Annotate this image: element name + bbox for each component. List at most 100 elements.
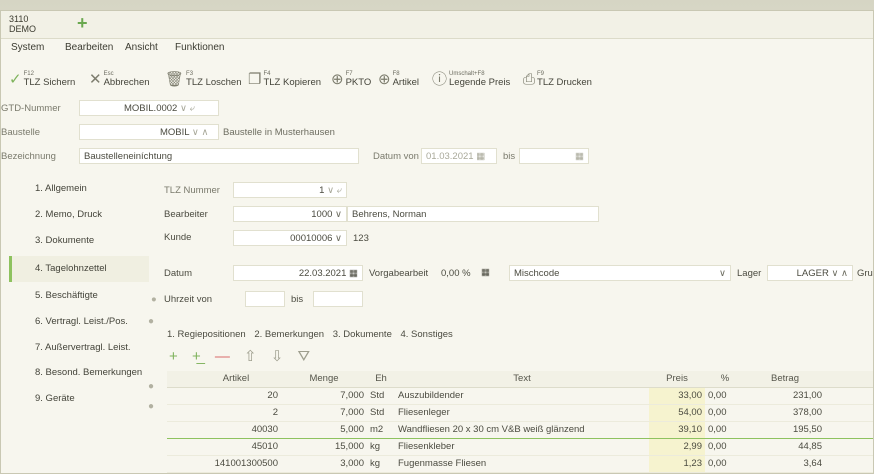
cell-betrag[interactable]: 231,00 xyxy=(745,387,825,405)
calendar-icon[interactable]: ▦ xyxy=(476,151,485,162)
table-row[interactable]: 20 7,000 Std Auszubildender 33,00 0,00 231,00 xyxy=(167,387,873,405)
col-eh[interactable]: Eh xyxy=(367,371,395,388)
menu-system[interactable]: System xyxy=(11,42,44,53)
table-row[interactable]: 40030 5,000 m2 Wandfliesen 20 x 30 cm V&B w… xyxy=(167,420,873,439)
cell-eh[interactable]: m2 xyxy=(367,420,395,439)
uhrzeit-bis-input[interactable] xyxy=(313,291,363,307)
tab-bemerkungen[interactable]: 2. Bemerkungen xyxy=(254,329,324,340)
nav-item-geraete[interactable]: 9. Geräte xyxy=(9,386,149,412)
cell-artikel[interactable]: 45010 xyxy=(191,438,281,456)
cell-preis[interactable]: 1,23 xyxy=(649,455,705,473)
calendar-icon[interactable]: ▦ xyxy=(575,151,584,162)
col-percent[interactable]: % xyxy=(705,371,745,388)
cell-eh[interactable]: kg xyxy=(367,455,395,473)
cancel-button[interactable]: ✕ Esc Abbrechen xyxy=(89,61,150,97)
nav-item-ausservertragl-leist[interactable]: 7. Außervertragl. Leist. xyxy=(9,335,149,361)
cell-menge[interactable]: 7,000 xyxy=(281,404,367,422)
pkto-button[interactable]: ⊕ F7 PKTO xyxy=(331,61,371,97)
baustelle-input[interactable]: MOBIL ∨ ∧ xyxy=(79,124,219,140)
print-button[interactable]: ⎙ F9 TLZ Drucken xyxy=(523,61,592,97)
arrow-down-icon[interactable]: ⇩ xyxy=(271,348,284,365)
cell-artikel[interactable]: 2 xyxy=(191,404,281,422)
datum-input[interactable]: 22.03.2021 ▦ xyxy=(233,265,363,281)
cell-menge[interactable]: 15,000 xyxy=(281,438,367,456)
legend-price-button[interactable]: ⓘ Umschalt+F8 Legende Preis xyxy=(432,61,510,97)
bearbeiter-input[interactable]: 1000 ∨ xyxy=(233,206,347,222)
cell-menge[interactable]: 7,000 xyxy=(281,387,367,405)
tlz-input[interactable]: 1 ∨ ⤶ xyxy=(233,182,347,198)
lager-select[interactable]: LAGER ∨ ∧ xyxy=(767,265,853,281)
cell-artikel[interactable]: 40030 xyxy=(191,420,281,439)
table-row[interactable]: 45010 15,000 kg Fliesenkleber 2,99 0,00 44,85 xyxy=(167,438,873,456)
bezeichnung-input[interactable]: Baustelleneiníchtung xyxy=(79,148,359,164)
gtd-input[interactable]: MOBIL.0002 ∨ ⤶ xyxy=(79,100,219,116)
save-button[interactable]: ✓ F12 TLZ Sichern xyxy=(9,61,75,97)
cell-text[interactable]: Fliesenleger xyxy=(395,404,649,422)
nav-item-memo-druck[interactable]: 2. Memo, Druck xyxy=(9,202,149,228)
calculator-icon[interactable]: ▦ xyxy=(481,267,490,278)
cell-preis[interactable]: 39,10 xyxy=(649,420,705,439)
menu-bearbeiten[interactable]: Bearbeiten xyxy=(65,42,113,53)
tab-dokumente[interactable]: 3. Dokumente xyxy=(333,329,392,340)
col-preis[interactable]: Preis xyxy=(649,371,705,388)
add-row-icon[interactable]: + xyxy=(169,348,178,365)
nav-item-allgemein[interactable]: 1. Allgemein xyxy=(9,176,149,202)
vorgabearbeit-value[interactable]: 0,00 % xyxy=(441,268,471,279)
cell-preis[interactable]: 54,00 xyxy=(649,404,705,422)
cell-artikel[interactable]: 141001300500 xyxy=(191,455,281,473)
cell-artikel[interactable]: 20 xyxy=(191,387,281,405)
nav-item-dokumente[interactable]: 3. Dokumente xyxy=(9,228,149,254)
cell-betrag[interactable]: 3,64 xyxy=(745,455,825,473)
add-tab-button[interactable]: + xyxy=(77,14,88,32)
filter-clear-icon[interactable]: ⛛ xyxy=(298,348,311,365)
nav-item-vertragl-leist[interactable]: 6. Vertragl. Leist./Pos. xyxy=(9,309,149,335)
document-tab[interactable]: 3110 DEMO xyxy=(9,14,36,34)
cell-betrag[interactable]: 378,00 xyxy=(745,404,825,422)
cell-percent[interactable]: 0,00 xyxy=(705,387,745,405)
nav-item-tagelohnzettel[interactable]: 4. Tagelohnzettel xyxy=(9,256,149,282)
cell-eh[interactable]: kg xyxy=(367,438,395,456)
col-menge[interactable]: Menge xyxy=(281,371,367,388)
cell-betrag[interactable]: 195,50 xyxy=(745,420,825,439)
uhrzeit-von-input[interactable] xyxy=(245,291,285,307)
delete-button[interactable]: 🗑 F3 TLZ Loschen xyxy=(165,61,242,97)
cell-percent[interactable]: 0,00 xyxy=(705,404,745,422)
kunde-input[interactable]: 00010006 ∨ xyxy=(233,230,347,246)
remove-row-icon[interactable]: — xyxy=(215,348,230,365)
menu-funktionen[interactable]: Funktionen xyxy=(175,42,224,53)
cell-eh[interactable]: Std xyxy=(367,404,395,422)
cell-menge[interactable]: 5,000 xyxy=(281,420,367,439)
tab-regiepositionen[interactable]: 1. Regiepositionen xyxy=(167,329,246,340)
cell-percent[interactable]: 0,00 xyxy=(705,420,745,439)
cell-text[interactable]: Fliesenkleber xyxy=(395,438,649,456)
datum-von-input[interactable]: 01.03.2021 ▦ xyxy=(421,148,497,164)
tab-sonstiges[interactable]: 4. Sonstiges xyxy=(401,329,453,340)
cell-betrag[interactable]: 44,85 xyxy=(745,438,825,456)
cell-text[interactable]: Wandfliesen 20 x 30 cm V&B weiß glänzend xyxy=(395,420,649,439)
copy-button[interactable]: ❐ F4 TLZ Kopieren xyxy=(248,61,321,97)
col-betrag[interactable]: Betrag xyxy=(745,371,825,388)
cell-text[interactable]: Fugenmasse Fliesen xyxy=(395,455,649,473)
calendar-icon[interactable]: ▦ xyxy=(346,268,358,279)
table-row[interactable]: 2 7,000 Std Fliesenleger 54,00 0,00 378,00 xyxy=(167,404,873,422)
artikel-button[interactable]: ⊕ F8 Artikel xyxy=(378,61,419,97)
chevron-down-icon[interactable]: ∨ xyxy=(719,268,726,279)
add-subrow-icon[interactable]: +̲ xyxy=(192,348,201,365)
table-row[interactable]: 141001300500 3,000 kg Fugenmasse Fliesen 1,2… xyxy=(167,455,873,473)
menu-ansicht[interactable]: Ansicht xyxy=(125,42,158,53)
cell-eh[interactable]: Std xyxy=(367,387,395,405)
cell-percent[interactable]: 0,00 xyxy=(705,438,745,456)
nav-item-besond-bemerkungen[interactable]: 8. Besond. Bemerkungen xyxy=(9,360,149,386)
arrow-up-icon[interactable]: ⇧ xyxy=(244,348,257,365)
mischcode-input[interactable]: Mischcode ∨ xyxy=(509,265,731,281)
nav-item-beschaeftigte[interactable]: 5. Beschäftigte xyxy=(9,283,149,309)
datum-bis-input[interactable]: ▦ xyxy=(519,148,589,164)
cell-menge[interactable]: 3,000 xyxy=(281,455,367,473)
cell-percent[interactable]: 0,00 xyxy=(705,455,745,473)
kunde-label: Kunde xyxy=(164,232,192,243)
cell-preis[interactable]: 2,99 xyxy=(649,438,705,456)
cell-text[interactable]: Auszubildender xyxy=(395,387,649,405)
cell-preis[interactable]: 33,00 xyxy=(649,387,705,405)
col-artikel[interactable]: Artikel xyxy=(191,371,281,388)
col-text[interactable]: Text xyxy=(395,371,649,388)
